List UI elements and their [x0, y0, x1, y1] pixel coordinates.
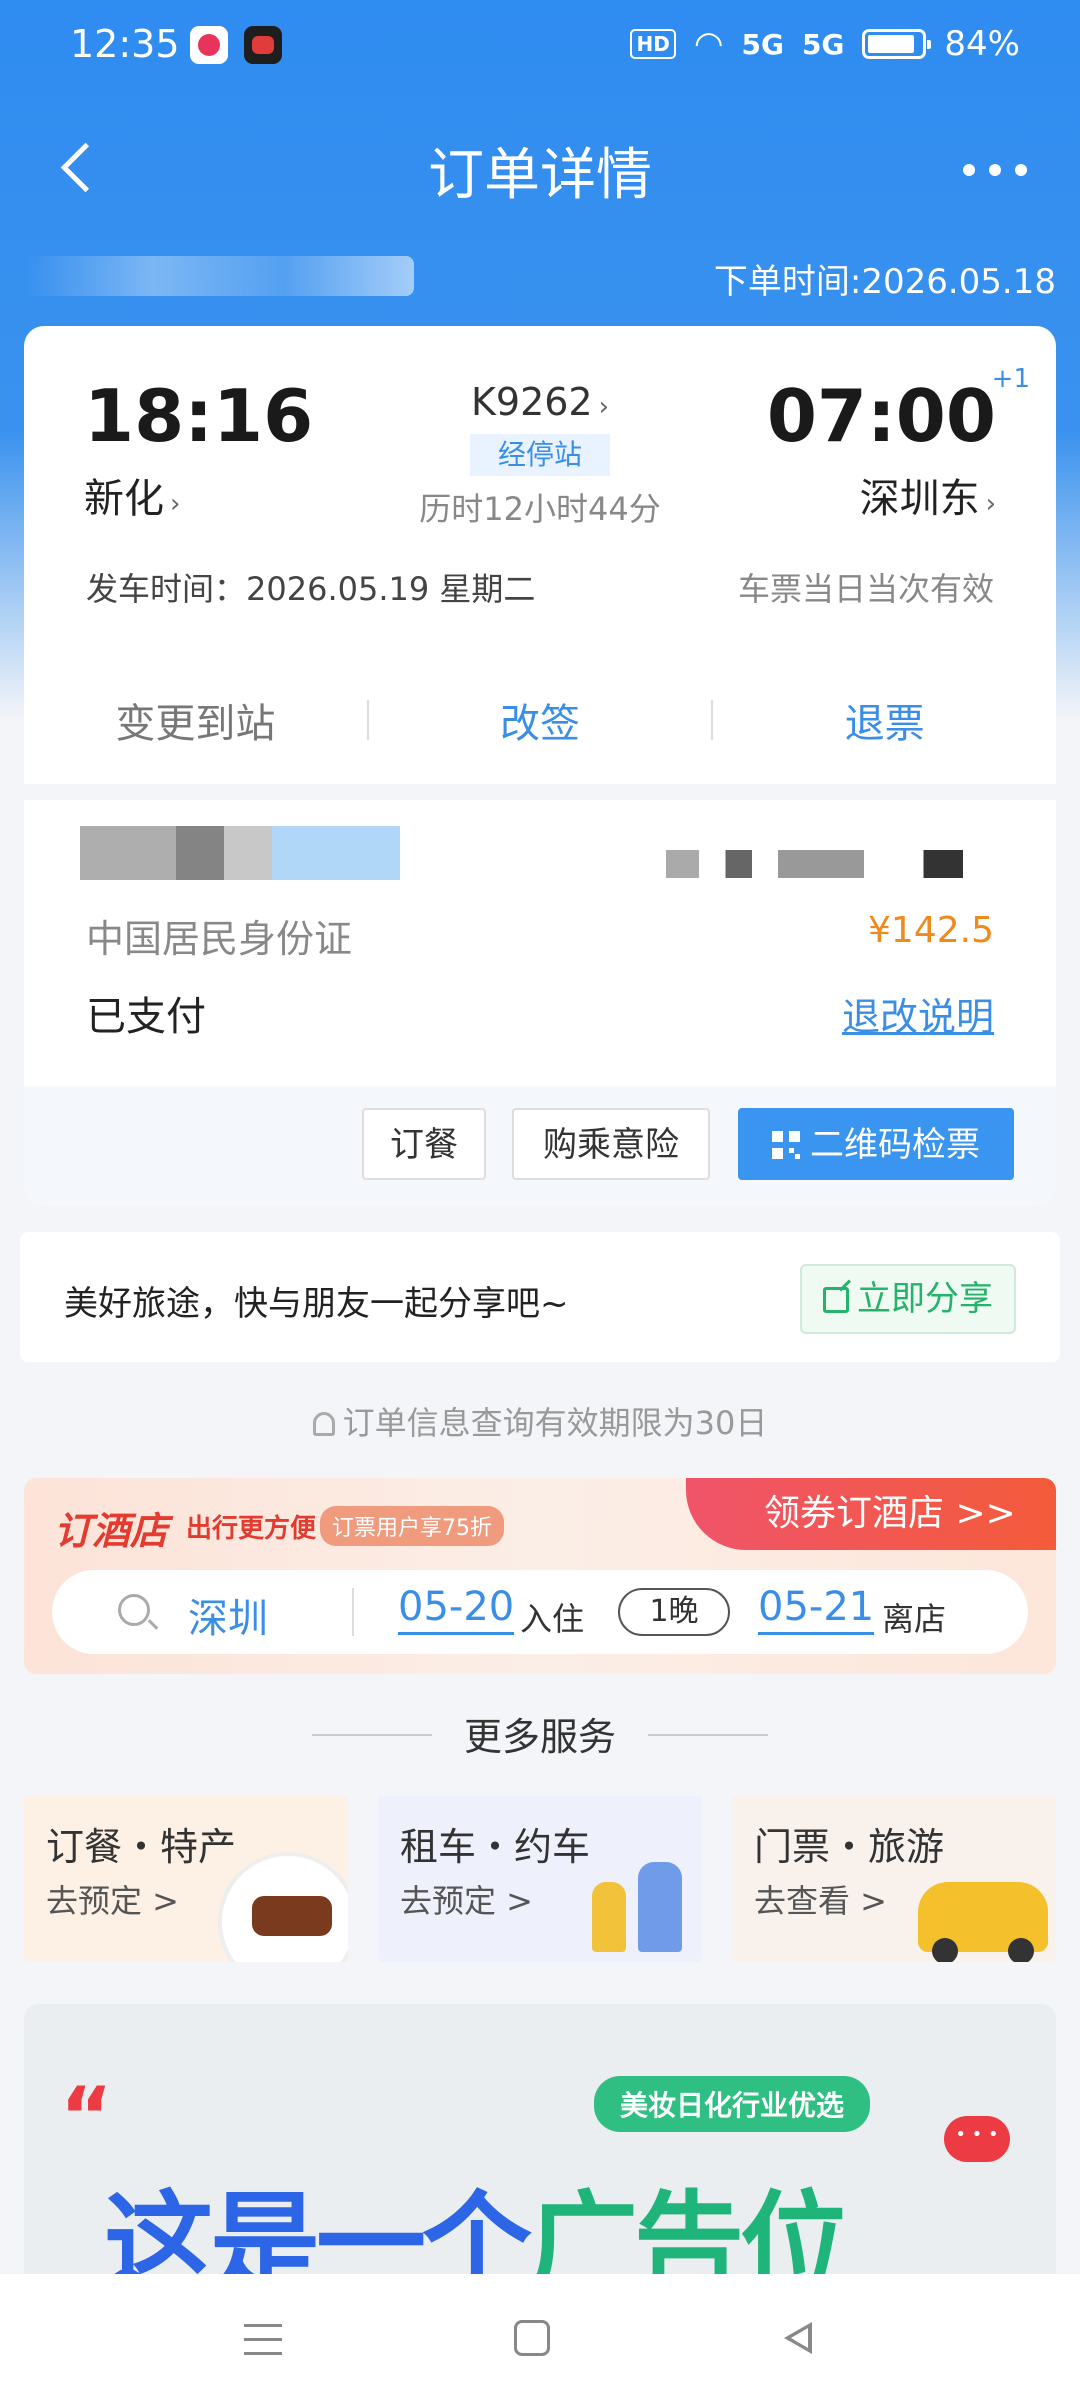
status-time: 12:35 — [70, 22, 180, 66]
ticket-price: ¥142.5 — [868, 910, 994, 951]
passenger-actions: 订餐 购乘意险 二维码检票 — [24, 1086, 1056, 1206]
stops-button[interactable]: 经停站 — [470, 434, 610, 476]
refund-button[interactable]: 退票 — [713, 691, 1056, 749]
service-action: 去查看 > — [754, 1882, 887, 1920]
signal-icon: 5G — [741, 27, 784, 61]
train-number[interactable]: K9262 › — [24, 380, 1056, 424]
service-tickets-tours[interactable]: 门票・旅游 去查看 > — [732, 1796, 1056, 1962]
hotel-coupon-button[interactable]: 领券订酒店 >> — [686, 1478, 1056, 1550]
home-icon[interactable] — [514, 2320, 550, 2356]
passenger-name-redacted — [80, 826, 400, 880]
order-number-redacted — [24, 256, 414, 296]
status-indicators: HD ◠ 5G 5G 84% — [630, 24, 1020, 64]
dot-icon — [989, 164, 1001, 176]
train-number-label: K9262 — [470, 380, 593, 424]
change-station-button[interactable]: 变更到站 — [24, 691, 367, 749]
discount-badge: 订票用户享75折 — [320, 1506, 504, 1546]
quote-icon: “ — [60, 2070, 113, 2163]
ad-tag: 美妆日化行业优选 — [594, 2076, 871, 2132]
service-title: 订餐・特产 — [46, 1825, 237, 1869]
dot-icon — [963, 164, 975, 176]
share-button-label: 立即分享 — [857, 1279, 993, 1319]
more-services-title: 更多服务 — [463, 1715, 616, 1759]
nights-badge: 1晚 — [618, 1588, 730, 1636]
food-plate-icon — [218, 1852, 348, 1962]
ticket-validity: 车票当日当次有效 — [737, 570, 994, 608]
signal-icon: 5G — [801, 27, 845, 61]
hotel-title: 订酒店 — [54, 1509, 169, 1553]
ad-headline-part2: 广告位 — [528, 2180, 850, 2274]
service-title: 租车・约车 — [400, 1825, 591, 1869]
share-button[interactable]: 立即分享 — [800, 1264, 1016, 1334]
car-icon — [918, 1882, 1048, 1962]
system-navigation-bar — [0, 2274, 1080, 2408]
traveler-car-icon — [572, 1842, 692, 1962]
divider — [648, 1734, 768, 1736]
notification-app-icon — [244, 26, 282, 64]
qr-check-in-label: 二维码检票 — [810, 1125, 980, 1165]
ad-headline-part1: 这是一个 — [104, 2180, 532, 2274]
status-bar: 12:35 HD ◠ 5G 5G 84% — [0, 0, 1080, 96]
departure-date: 发车时间：2026.05.19 星期二 — [86, 570, 536, 608]
refund-rules-link[interactable]: 退改说明 — [842, 986, 994, 1041]
wifi-icon: ◠ — [693, 24, 724, 64]
notice-text: 订单信息查询有效期限为30日 — [342, 1404, 768, 1442]
buy-insurance-button[interactable]: 购乘意险 — [512, 1108, 710, 1180]
hotel-search-bar[interactable]: 深圳 05-20 入住 1晚 05-21 离店 — [52, 1570, 1028, 1654]
validity-notice: 订单信息查询有效期限为30日 — [0, 1398, 1080, 1444]
dot-icon — [1015, 164, 1027, 176]
ad-headline: 这是一个广告位 — [104, 2154, 850, 2274]
share-icon — [823, 1287, 849, 1313]
chat-bubble-icon — [944, 2116, 1010, 2162]
reschedule-button[interactable]: 改签 — [369, 691, 712, 749]
notification-app-icon — [190, 26, 228, 64]
menu-icon[interactable] — [244, 2324, 282, 2356]
hotel-subtitle: 出行更方便 — [186, 1514, 317, 1544]
checkin-date[interactable]: 05-20 — [398, 1584, 515, 1635]
checkout-label: 离店 — [882, 1600, 947, 1638]
order-meal-button[interactable]: 订餐 — [362, 1108, 486, 1180]
service-action: 去预定 > — [46, 1882, 179, 1920]
service-car-rental[interactable]: 租车・约车 去预定 > — [378, 1796, 702, 1962]
qr-check-in-button[interactable]: 二维码检票 — [738, 1108, 1014, 1180]
payment-status: 已支付 — [86, 994, 206, 1040]
share-card: 美好旅途，快与朋友一起分享吧~ 立即分享 — [20, 1232, 1060, 1362]
chevron-right-icon: › — [598, 392, 610, 422]
order-time: 下单时间:2026.05.18 — [713, 262, 1056, 302]
service-meal-specialty[interactable]: 订餐・特产 去预定 > — [24, 1796, 348, 1962]
city-selector[interactable]: 深圳 — [188, 1586, 268, 1644]
ticket-card: 18:16 07:00 +1 新化 › 深圳东 › K9262 › 经停站 历时12小… — [24, 326, 1056, 656]
search-icon — [118, 1594, 150, 1626]
battery-percent: 84% — [944, 24, 1020, 64]
id-type: 中国居民身份证 — [86, 917, 353, 961]
ad-banner[interactable]: “ 美妆日化行业优选 这是一个广告位 — [24, 2004, 1056, 2274]
passenger-card: 中国居民身份证 ¥142.5 已支付 退改说明 订餐 购乘意险 二维码检票 — [24, 800, 1056, 1206]
qr-code-icon — [772, 1131, 800, 1159]
checkin-label: 入住 — [520, 1600, 585, 1638]
ticket-actions: 变更到站 改签 退票 — [24, 656, 1056, 784]
divider — [352, 1588, 354, 1636]
more-options-button[interactable] — [950, 140, 1040, 200]
share-text: 美好旅途，快与朋友一起分享吧~ — [64, 1284, 569, 1324]
hotel-banner[interactable]: 订酒店 出行更方便 订票用户享75折 领券订酒店 >> 深圳 05-20 入住 … — [24, 1478, 1056, 1674]
battery-icon — [862, 29, 932, 59]
back-icon[interactable] — [780, 2320, 816, 2356]
page-title: 订单详情 — [428, 143, 652, 208]
bell-icon — [312, 1412, 335, 1436]
passenger-seat-redacted — [666, 850, 996, 878]
checkout-date[interactable]: 05-21 — [758, 1584, 875, 1635]
service-title: 门票・旅游 — [754, 1825, 945, 1869]
trip-duration: 历时12小时44分 — [419, 490, 661, 528]
service-action: 去预定 > — [400, 1882, 533, 1920]
hd-icon: HD — [630, 29, 676, 59]
